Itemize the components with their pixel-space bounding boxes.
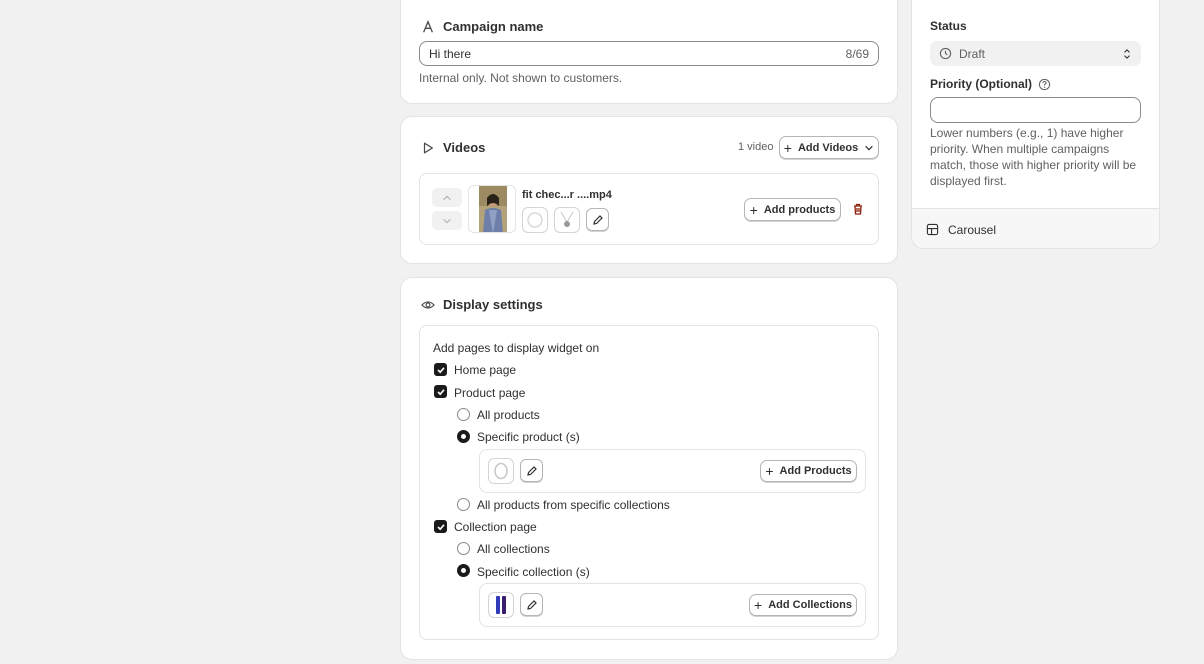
add-products-display-label: Add Products	[779, 465, 852, 477]
trash-icon	[854, 203, 862, 215]
chevron-down-icon	[865, 145, 874, 151]
edit-products-button[interactable]	[586, 208, 609, 231]
selected-products-box: + Add Products	[479, 449, 866, 493]
add-collections-button[interactable]: + Add Collections	[749, 594, 857, 616]
edit-selected-collections-button[interactable]	[520, 593, 543, 616]
checkmark-icon	[436, 388, 445, 395]
product-thumbnail-2[interactable]	[554, 207, 580, 233]
product-page-checkbox[interactable]	[434, 385, 447, 398]
campaign-name-title: Campaign name	[443, 19, 544, 34]
priority-help: Lower numbers (e.g., 1) have higher prio…	[930, 126, 1137, 188]
specific-collections-label: Specific collection (s)	[477, 565, 590, 579]
all-products-radio[interactable]	[457, 408, 470, 421]
sidebar-card: Status Draft Priority (Optional) Lower n…	[911, 0, 1160, 249]
pages-intro: Add pages to display widget on	[433, 341, 600, 355]
videos-title: Videos	[443, 140, 486, 155]
bracelet-icon	[494, 462, 508, 480]
campaign-name-counter: 8/69	[845, 46, 869, 61]
priority-input[interactable]	[930, 97, 1141, 123]
pencil-icon	[526, 599, 537, 610]
video-count: 1 video	[738, 141, 774, 153]
collection-page-label: Collection page	[454, 520, 537, 534]
clock-icon	[939, 47, 952, 60]
edit-selected-products-button[interactable]	[520, 459, 543, 482]
status-title: Status	[930, 19, 967, 33]
chevron-up-icon	[443, 194, 451, 200]
layout-label: Carousel	[948, 222, 997, 237]
selected-collection-thumbnail[interactable]	[488, 592, 514, 618]
all-from-collections-label: All products from specific collections	[477, 498, 670, 512]
display-settings-header: Display settings	[421, 297, 543, 312]
eye-icon	[421, 300, 435, 309]
add-videos-label: Add Videos	[797, 141, 859, 154]
chevron-down-icon	[443, 218, 451, 224]
specific-collections-radio[interactable]	[457, 564, 470, 577]
campaign-name-help: Internal only. Not shown to customers.	[419, 71, 623, 85]
help-circle-icon[interactable]	[1038, 78, 1051, 91]
plus-icon: +	[754, 597, 763, 613]
layout-icon	[926, 223, 939, 236]
all-from-collections-radio[interactable]	[457, 498, 470, 511]
delete-video-button[interactable]	[850, 201, 866, 217]
home-page-checkbox[interactable]	[434, 363, 447, 376]
necklace-icon	[560, 211, 574, 227]
product-thumbnail-1[interactable]	[522, 207, 548, 233]
all-collections-label: All collections	[477, 542, 550, 556]
add-products-button[interactable]: + Add products	[744, 198, 841, 221]
specific-products-label: Specific product (s)	[477, 430, 580, 444]
priority-header: Priority (Optional)	[930, 77, 1051, 91]
pencil-icon	[592, 214, 603, 225]
campaign-name-header: Campaign name	[421, 19, 543, 34]
display-settings-title: Display settings	[443, 297, 543, 312]
all-products-label: All products	[477, 408, 540, 422]
text-font-icon	[423, 19, 433, 33]
move-up-button[interactable]	[432, 188, 462, 207]
checkmark-icon	[436, 366, 445, 373]
campaign-name-input[interactable]: Hi there 8/69	[419, 41, 879, 66]
selected-collections-box: + Add Collections	[479, 583, 866, 627]
person-photo-icon	[479, 186, 507, 232]
pencil-icon	[526, 465, 537, 476]
video-item: fit chec...r ....mp4 + Add products	[419, 173, 879, 245]
checkmark-icon	[436, 523, 445, 530]
selected-product-thumbnail[interactable]	[488, 458, 514, 484]
videos-card: Videos 1 video + Add Videos fit chec...r…	[400, 116, 898, 264]
product-page-label: Product page	[454, 386, 526, 400]
display-settings-card: Display settings Add pages to display wi…	[400, 277, 898, 660]
add-products-button-display[interactable]: + Add Products	[760, 460, 857, 482]
select-chevrons-icon	[1124, 48, 1130, 59]
add-videos-button[interactable]: + Add Videos	[779, 136, 879, 159]
collection-image-icon	[496, 596, 506, 614]
campaign-name-card: Campaign name Hi there 8/69 Internal onl…	[400, 0, 898, 104]
add-collections-label: Add Collections	[768, 599, 852, 611]
home-page-label: Home page	[454, 363, 517, 377]
plus-icon: +	[749, 201, 758, 218]
campaign-name-value: Hi there	[429, 46, 472, 61]
plus-icon: +	[765, 463, 774, 479]
plus-icon: +	[783, 139, 792, 156]
video-filename: fit chec...r ....mp4	[522, 189, 612, 201]
add-products-label: Add products	[763, 203, 836, 216]
move-down-button[interactable]	[432, 211, 462, 230]
status-select[interactable]: Draft	[930, 41, 1141, 66]
video-thumbnail[interactable]	[468, 185, 516, 233]
bracelet-icon	[527, 212, 543, 228]
status-value: Draft	[959, 46, 986, 61]
play-icon	[423, 142, 433, 153]
all-collections-radio[interactable]	[457, 542, 470, 555]
videos-header: Videos	[421, 140, 485, 155]
layout-row[interactable]: Carousel	[912, 208, 1159, 248]
pages-box: Add pages to display widget on Home page…	[419, 325, 879, 640]
collection-page-checkbox[interactable]	[434, 520, 447, 533]
priority-title: Priority (Optional)	[930, 77, 1032, 91]
specific-products-radio[interactable]	[457, 430, 470, 443]
